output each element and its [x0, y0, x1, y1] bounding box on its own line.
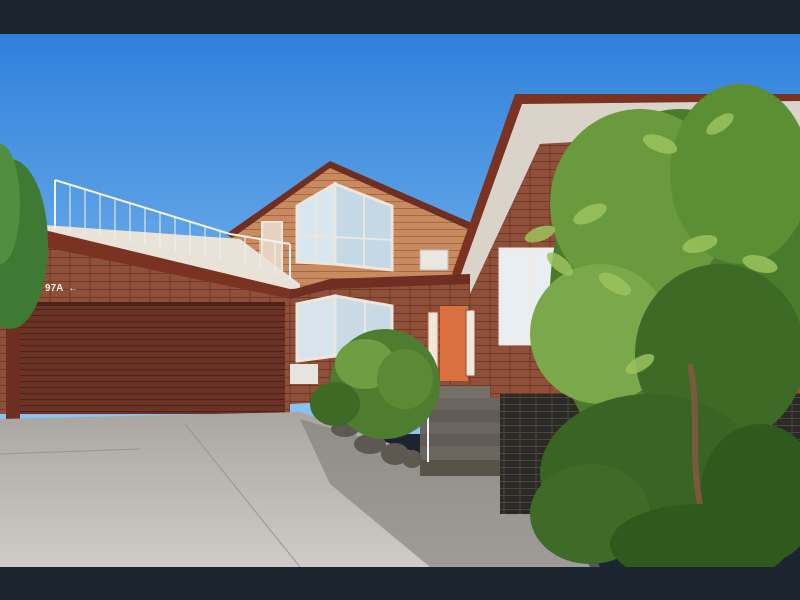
house-number-arrow: ← [68, 283, 78, 294]
letterbox-top-bar [0, 0, 800, 34]
house-photo: 97A ← [0, 34, 800, 567]
garage-door [20, 302, 285, 414]
front-door [440, 306, 468, 381]
house-number-sign: 97A [45, 283, 63, 294]
letterbox-bottom-bar [0, 567, 800, 600]
